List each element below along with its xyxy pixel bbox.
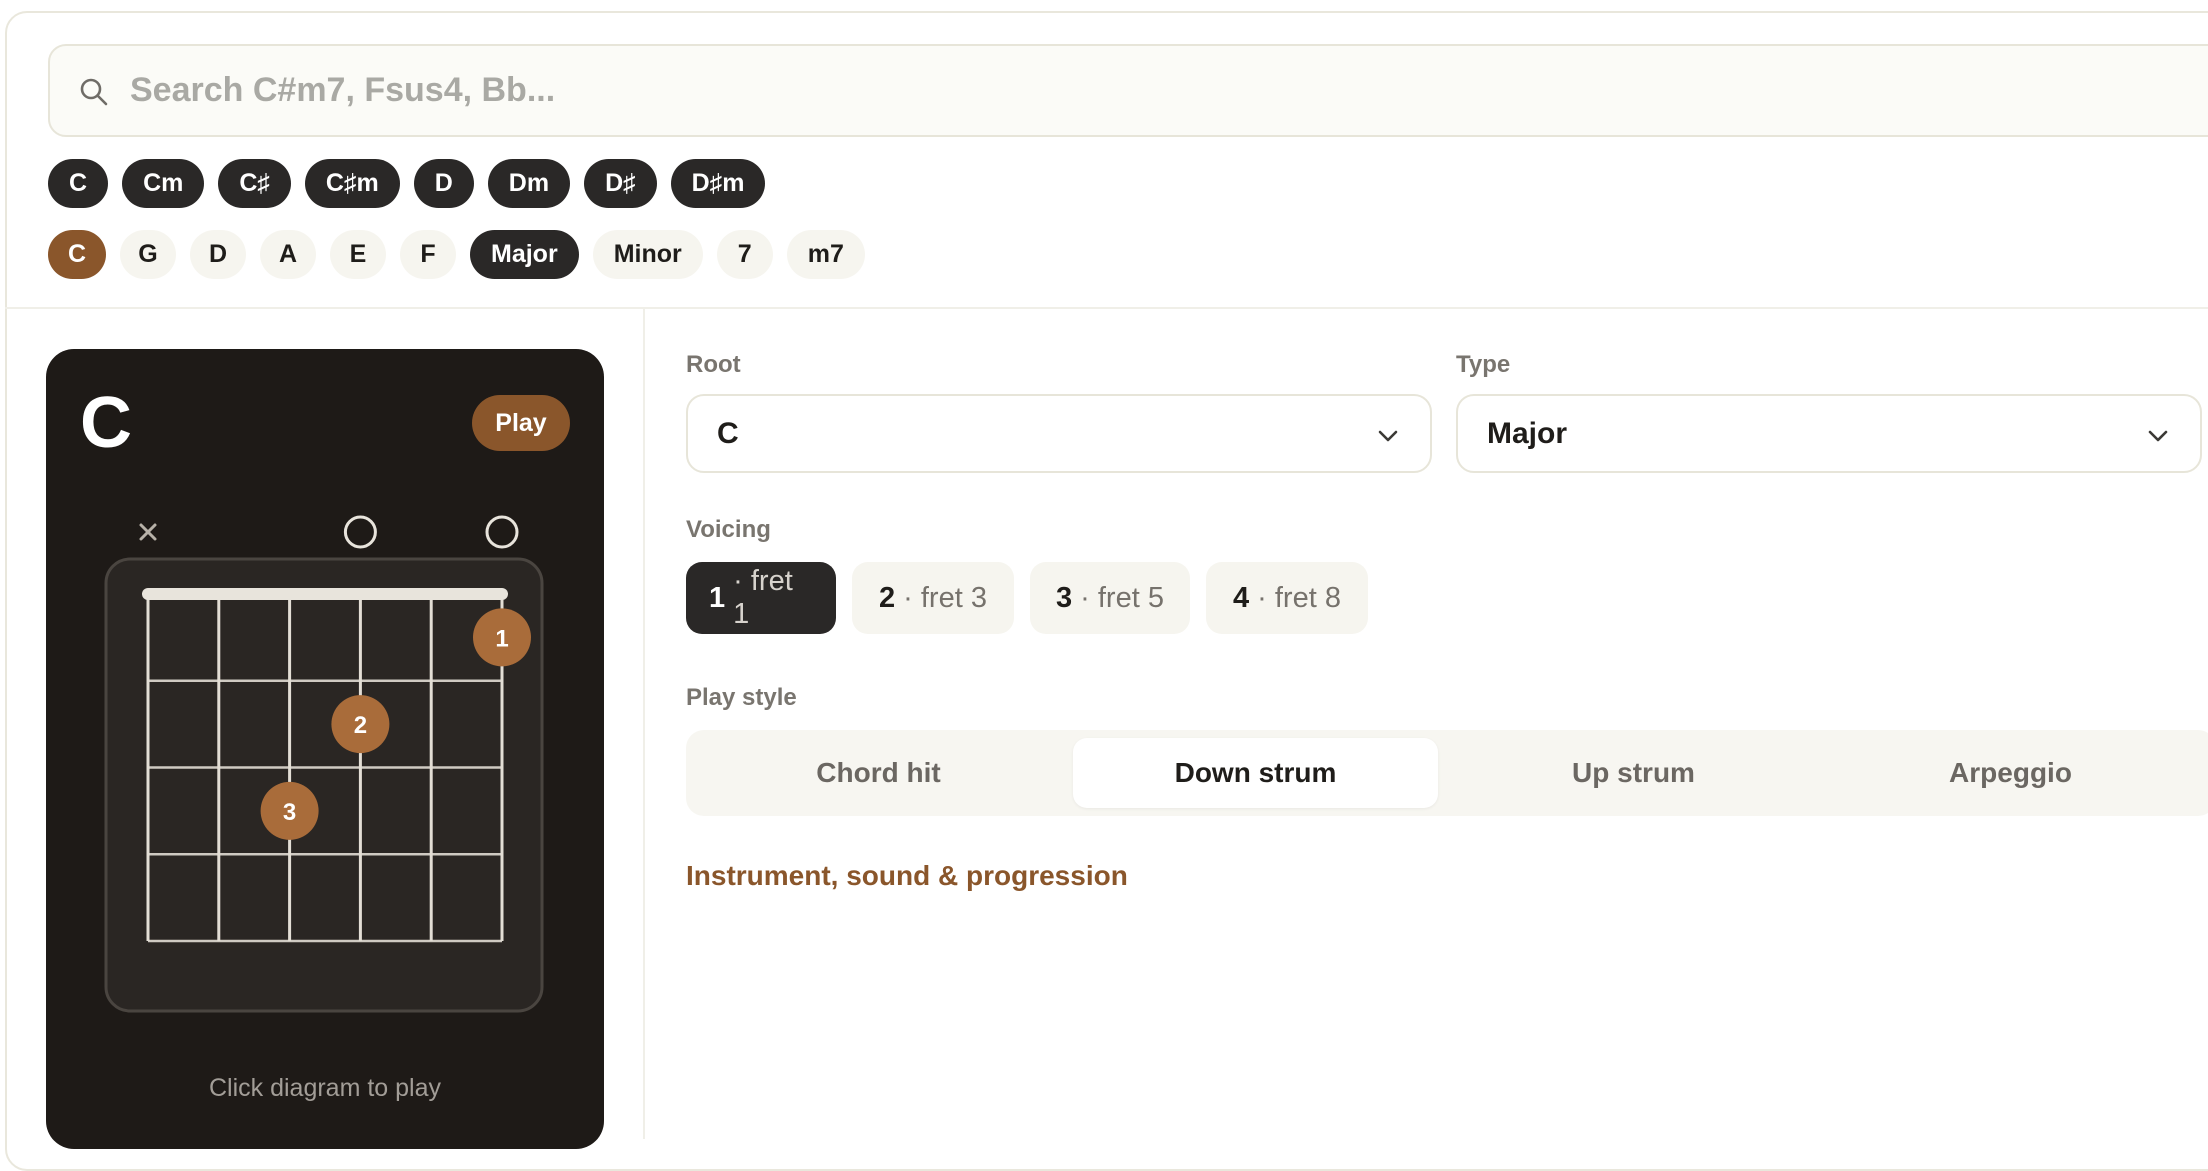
section-divider [5,307,2208,309]
root-label: Root [686,351,741,378]
muted-string-icon [139,523,157,541]
finger-label: 2 [354,712,367,739]
nut [142,588,508,600]
play-style-selector: Chord hit Down strum Up strum Arpeggio [686,730,2208,816]
instrument-sound-progression-link[interactable]: Instrument, sound & progression [686,860,1128,892]
chevron-down-icon [1378,430,1398,442]
voicing-option-4[interactable]: 4 · fret 8 [1206,562,1368,634]
voicing-fret: · fret 1 [733,565,793,630]
root-chip-g[interactable]: G [120,230,176,279]
recent-chord-chip[interactable]: D♯m [670,159,766,208]
voicing-fret: · fret 5 [1080,581,1164,614]
type-select[interactable]: Major [1456,394,2202,473]
finger-label: 3 [283,799,296,826]
play-style-down-strum[interactable]: Down strum [1073,738,1438,808]
voicing-number: 1 [709,581,726,614]
column-divider [643,309,645,1139]
voicing-label: Voicing [686,516,771,543]
fretboard-diagram[interactable]: 1 2 3 [46,509,604,1069]
root-chip-f[interactable]: F [400,230,456,279]
play-style-chord-hit[interactable]: Chord hit [696,738,1061,808]
recent-chord-chip[interactable]: D♯ [584,159,657,208]
search-input[interactable] [130,46,2030,135]
root-chip-c[interactable]: C [48,230,106,279]
recent-chord-chip[interactable]: C [48,159,109,208]
chord-name: C [80,383,132,463]
voicing-option-3[interactable]: 3 · fret 5 [1030,562,1190,634]
recent-chord-chip[interactable]: C♯m [304,159,400,208]
play-button[interactable]: Play [472,395,570,451]
type-select-value: Major [1487,416,1568,450]
root-chip-e[interactable]: E [330,230,386,279]
recent-chord-chip[interactable]: C♯ [218,159,291,208]
type-chip-major[interactable]: Major [470,230,579,279]
open-string-icon [485,515,519,549]
voicing-option-2[interactable]: 2 · fret 3 [852,562,1014,634]
play-style-up-strum[interactable]: Up strum [1451,738,1816,808]
type-chip-minor[interactable]: Minor [592,230,703,279]
voicing-fret: · fret 3 [903,581,987,614]
finger-label: 1 [495,625,508,652]
chevron-down-icon [2148,430,2168,442]
type-chip-7[interactable]: 7 [716,230,773,279]
quick-filters: C G D A E F Major Minor 7 m7 [48,230,865,279]
recent-chords: C Cm C♯ C♯m D Dm D♯ D♯m [48,159,766,208]
voicing-number: 3 [1056,581,1073,614]
voicing-number: 2 [879,581,896,614]
string-markers [139,515,519,549]
type-chip-m7[interactable]: m7 [786,230,865,279]
search-icon [80,78,108,106]
voicing-fret: · fret 8 [1257,581,1341,614]
type-label: Type [1456,351,1511,378]
voicing-option-1[interactable]: 1 · fret 1 [686,562,836,634]
root-select[interactable]: C [686,394,1432,473]
recent-chord-chip[interactable]: D [413,159,474,208]
diagram-caption: Click diagram to play [208,1074,442,1102]
open-string-icon [343,515,377,549]
recent-chord-chip[interactable]: Dm [487,159,571,208]
root-chip-d[interactable]: D [190,230,246,279]
chord-diagram-card: C Play 1 2 3 Click diagram to play [46,349,604,1149]
play-style-label: Play style [686,684,797,711]
play-style-arpeggio[interactable]: Arpeggio [1828,738,2193,808]
search-box[interactable] [48,44,2208,137]
voicing-number: 4 [1233,581,1250,614]
root-chip-a[interactable]: A [260,230,316,279]
recent-chord-chip[interactable]: Cm [122,159,205,208]
root-select-value: C [717,416,739,450]
